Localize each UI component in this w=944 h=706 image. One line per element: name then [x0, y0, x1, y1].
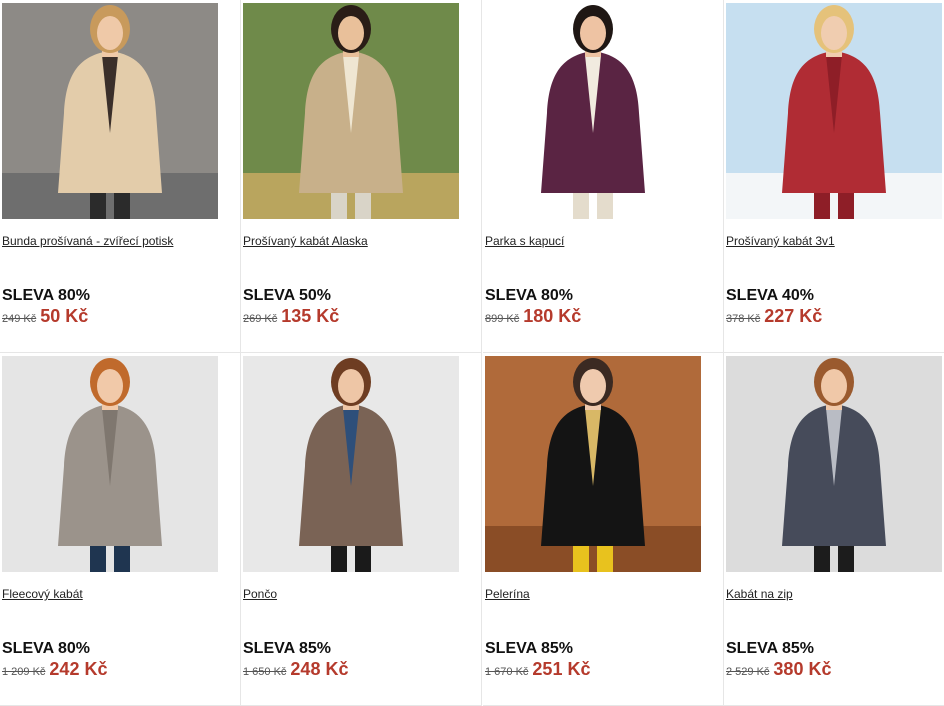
old-price: 249 Kč	[2, 313, 37, 325]
product-card[interactable]: Kabát na zip SLEVA 85% 2 529 Kč 380 Kč	[724, 353, 944, 706]
product-card[interactable]: Prošívaný kabát 3v1 SLEVA 40% 378 Kč 227 Kč	[724, 0, 944, 353]
price-row: 1 650 Kč 248 Kč	[243, 659, 348, 680]
sale-price: 135 Kč	[281, 306, 340, 326]
product-name-link[interactable]: Pončo	[243, 587, 277, 601]
discount-label: SLEVA 85%	[726, 640, 815, 657]
product-name-link[interactable]: Parka s kapucí	[485, 234, 564, 248]
sale-price: 227 Kč	[764, 306, 823, 326]
woman-grey-fleece-coat-image[interactable]	[2, 356, 218, 572]
discount-label: SLEVA 80%	[2, 287, 91, 304]
product-name-link[interactable]: Bunda prošívaná - zvířecí potisk	[2, 234, 173, 248]
woman-black-cape-embroidered-image[interactable]	[485, 356, 701, 572]
discount-label: SLEVA 85%	[485, 640, 574, 657]
discount-label: SLEVA 80%	[485, 287, 574, 304]
old-price: 1 670 Kč	[485, 666, 529, 678]
product-grid: Bunda prošívaná - zvířecí potisk SLEVA 80…	[0, 0, 944, 706]
sale-price: 50 Kč	[40, 306, 89, 326]
price-row: 269 Kč 135 Kč	[243, 306, 339, 327]
product-card[interactable]: Fleecový kabát SLEVA 80% 1 209 Kč 242 Kč	[0, 353, 241, 706]
discount-label: SLEVA 80%	[2, 640, 91, 657]
product-card[interactable]: Pelerína SLEVA 85% 1 670 Kč 251 Kč	[483, 353, 724, 706]
product-name-link[interactable]: Pelerína	[485, 587, 530, 601]
woman-purple-parka-image[interactable]	[485, 3, 701, 219]
product-card[interactable]: Pončo SLEVA 85% 1 650 Kč 248 Kč	[241, 353, 482, 706]
old-price: 2 529 Kč	[726, 666, 770, 678]
woman-grey-zip-coat-image[interactable]	[726, 356, 942, 572]
product-card[interactable]: Prošívaný kabát Alaska SLEVA 50% 269 Kč 135…	[241, 0, 482, 353]
old-price: 899 Kč	[485, 313, 520, 325]
product-name-link[interactable]: Fleecový kabát	[2, 587, 83, 601]
sale-price: 380 Kč	[773, 659, 832, 679]
price-row: 249 Kč 50 Kč	[2, 306, 88, 327]
product-card[interactable]: Parka s kapucí SLEVA 80% 899 Kč 180 Kč	[483, 0, 724, 353]
woman-cream-quilted-jacket-image[interactable]	[2, 3, 218, 219]
product-card[interactable]: Bunda prošívaná - zvířecí potisk SLEVA 80…	[0, 0, 241, 353]
sale-price: 180 Kč	[523, 306, 582, 326]
woman-brown-poncho-image[interactable]	[243, 356, 459, 572]
price-row: 378 Kč 227 Kč	[726, 306, 822, 327]
old-price: 1 650 Kč	[243, 666, 287, 678]
sale-price: 242 Kč	[49, 659, 108, 679]
woman-red-winter-coat-image[interactable]	[726, 3, 942, 219]
price-row: 2 529 Kč 380 Kč	[726, 659, 831, 680]
sale-price: 248 Kč	[290, 659, 349, 679]
old-price: 378 Kč	[726, 313, 761, 325]
product-name-link[interactable]: Prošívaný kabát Alaska	[243, 234, 368, 248]
product-name-link[interactable]: Kabát na zip	[726, 587, 793, 601]
price-row: 1 209 Kč 242 Kč	[2, 659, 107, 680]
price-row: 1 670 Kč 251 Kč	[485, 659, 590, 680]
discount-label: SLEVA 85%	[243, 640, 332, 657]
product-name-link[interactable]: Prošívaný kabát 3v1	[726, 234, 835, 248]
old-price: 1 209 Kč	[2, 666, 46, 678]
discount-label: SLEVA 50%	[243, 287, 332, 304]
discount-label: SLEVA 40%	[726, 287, 815, 304]
price-row: 899 Kč 180 Kč	[485, 306, 581, 327]
sale-price: 251 Kč	[532, 659, 591, 679]
old-price: 269 Kč	[243, 313, 278, 325]
woman-beige-quilted-coat-image[interactable]	[243, 3, 459, 219]
